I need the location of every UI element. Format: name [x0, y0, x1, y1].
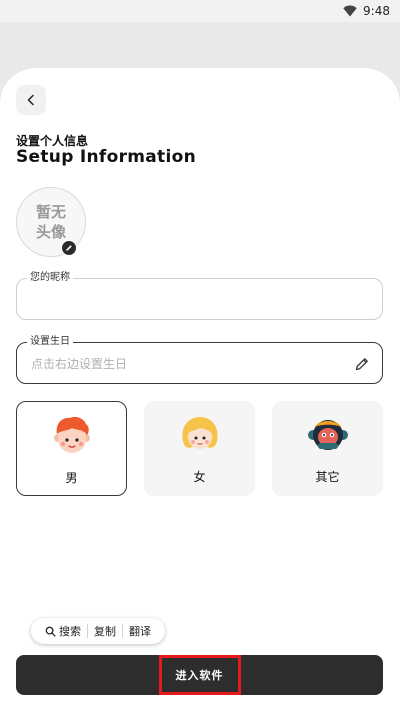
avatar-placeholder: 暂无头像: [35, 203, 66, 241]
clock: 9:48: [363, 4, 390, 18]
enter-app-label: 进入软件: [158, 655, 241, 695]
monkey-face-icon: [307, 420, 348, 450]
girl-face-icon: [181, 417, 218, 449]
birthday-label: 设置生日: [27, 335, 73, 349]
birthday-field[interactable]: 设置生日: [16, 335, 383, 384]
toolbar-copy-label: 复制: [94, 625, 116, 638]
chevron-left-icon: [27, 94, 34, 106]
gender-label-female: 女: [193, 470, 206, 484]
gender-option-other[interactable]: 其它: [272, 401, 383, 496]
enter-app-button[interactable]: 进入软件: [16, 655, 383, 695]
status-icons: 9:48: [343, 3, 390, 19]
pencil-icon[interactable]: [354, 356, 370, 372]
avatar-edit-button[interactable]: [61, 240, 77, 256]
gender-label-other: 其它: [315, 470, 340, 484]
gender-option-female[interactable]: 女: [144, 401, 255, 496]
nickname-input[interactable]: [31, 291, 331, 309]
birthday-input[interactable]: [31, 355, 331, 373]
page-title-en: Setup Information: [16, 147, 196, 167]
toolbar-translate-label: 翻译: [129, 625, 151, 638]
toolbar-search-label: 搜索: [59, 625, 81, 638]
pencil-icon: [66, 245, 72, 251]
back-button[interactable]: [16, 85, 46, 115]
text-selection-toolbar: 搜索 复制 翻译: [31, 618, 165, 644]
boy-face-icon: [53, 416, 90, 453]
search-icon: [45, 626, 56, 637]
toolbar-translate[interactable]: 翻译: [123, 623, 157, 639]
gender-option-male[interactable]: 男: [16, 401, 127, 496]
toolbar-copy[interactable]: 复制: [88, 623, 122, 639]
toolbar-search[interactable]: 搜索: [39, 623, 87, 639]
nickname-label: 您的昵称: [27, 271, 73, 285]
wifi-icon: [343, 5, 357, 17]
nickname-field: 您的昵称: [16, 271, 383, 320]
gender-label-male: 男: [65, 471, 78, 485]
status-bar: 9:48: [0, 0, 400, 22]
